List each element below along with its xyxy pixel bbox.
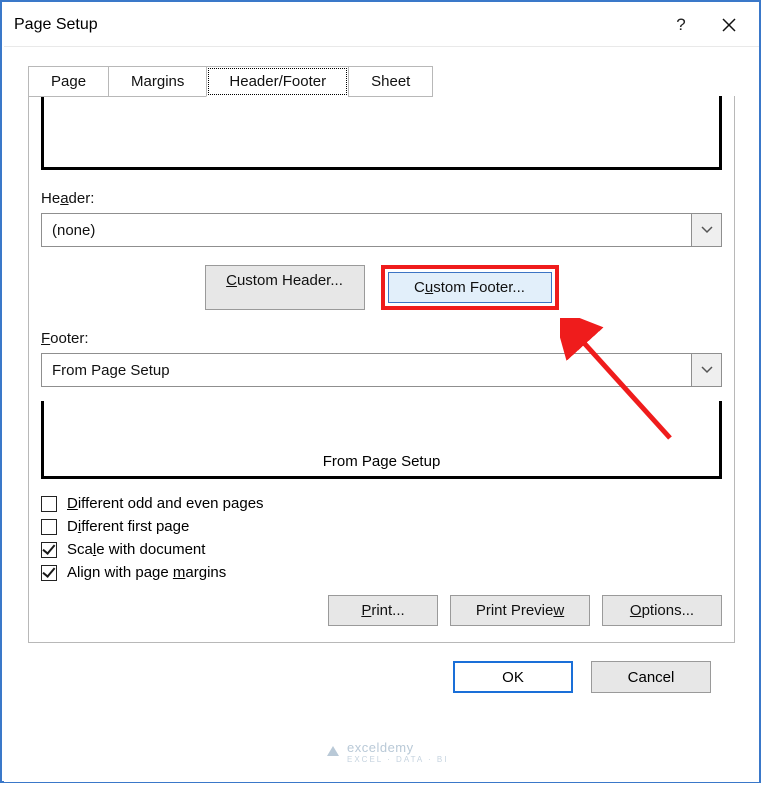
tab-sheet[interactable]: Sheet <box>348 66 433 97</box>
highlight-box: Custom Footer... <box>381 265 559 310</box>
print-preview-button[interactable]: Print Preview <box>450 595 590 626</box>
footer-label: Footer: <box>41 330 722 347</box>
page-setup-dialog: Page Setup ? Page Margins Header/Footer … <box>4 3 759 782</box>
footer-combo-value: From Page Setup <box>42 362 691 379</box>
check-scale-with-document[interactable]: Scale with document <box>41 541 722 558</box>
footer-preview: From Page Setup <box>41 401 722 479</box>
header-combo-dropdown[interactable] <box>691 214 721 246</box>
tab-margins[interactable]: Margins <box>108 66 207 97</box>
logo-icon <box>325 744 341 760</box>
checkbox-icon <box>41 519 57 535</box>
header-combo[interactable]: (none) <box>41 213 722 247</box>
header-combo-value: (none) <box>42 222 691 239</box>
tab-panel-header-footer: Header: (none) Custom Header... Custom F… <box>28 96 735 643</box>
print-button[interactable]: Print... <box>328 595 438 626</box>
window-title: Page Setup <box>14 16 657 34</box>
tab-header-footer[interactable]: Header/Footer <box>206 66 349 97</box>
check-different-odd-even[interactable]: Different odd and even pages <box>41 495 722 512</box>
options-button[interactable]: Options... <box>602 595 722 626</box>
titlebar: Page Setup ? <box>4 3 759 47</box>
footer-combo-dropdown[interactable] <box>691 354 721 386</box>
help-button[interactable]: ? <box>657 3 705 47</box>
check-align-with-margins[interactable]: Align with page margins <box>41 564 722 581</box>
footer-combo[interactable]: From Page Setup <box>41 353 722 387</box>
watermark: exceldemy EXCEL · DATA · BI <box>325 740 448 764</box>
ok-button[interactable]: OK <box>453 661 573 693</box>
header-label: Header: <box>41 190 722 207</box>
tab-page[interactable]: Page <box>28 66 109 97</box>
footer-preview-text: From Page Setup <box>44 453 719 470</box>
check-different-first-page[interactable]: Different first page <box>41 518 722 535</box>
chevron-down-icon <box>701 226 713 234</box>
cancel-button[interactable]: Cancel <box>591 661 711 693</box>
checkbox-checked-icon <box>41 542 57 558</box>
close-button[interactable] <box>705 3 753 47</box>
tab-strip: Page Margins Header/Footer Sheet <box>28 65 735 96</box>
checkbox-checked-icon <box>41 565 57 581</box>
checkbox-icon <box>41 496 57 512</box>
close-icon <box>722 18 736 32</box>
custom-footer-button[interactable]: Custom Footer... <box>388 272 552 303</box>
chevron-down-icon <box>701 366 713 374</box>
custom-header-button[interactable]: Custom Header... <box>205 265 365 310</box>
header-preview <box>41 96 722 170</box>
